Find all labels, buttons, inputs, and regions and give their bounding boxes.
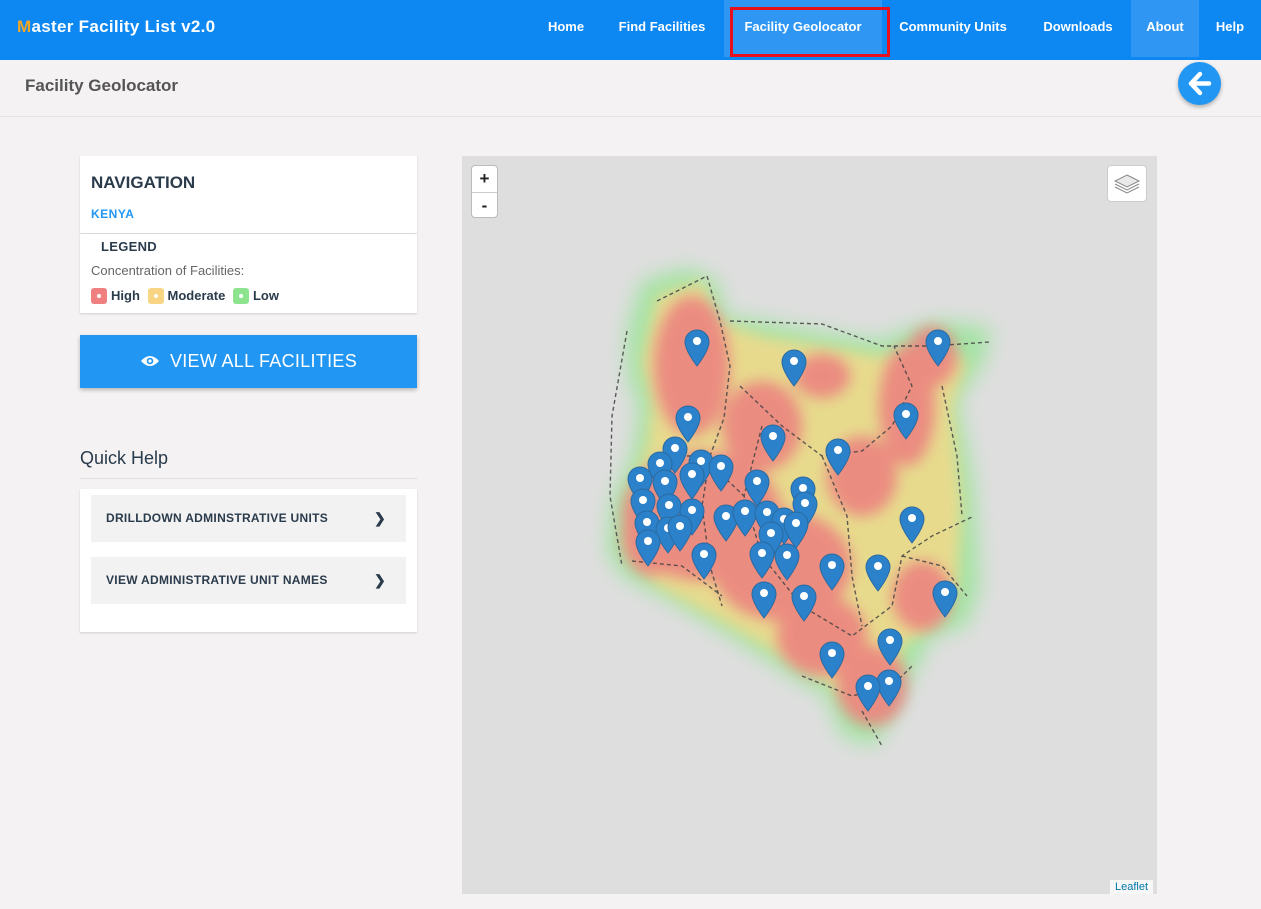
map-marker-icon[interactable] <box>781 349 807 387</box>
map-marker-icon[interactable] <box>635 529 661 567</box>
legend-label-high: High <box>111 288 140 304</box>
layers-icon <box>1113 174 1141 194</box>
legend-swatch-moderate <box>147 287 164 304</box>
map-marker-icon[interactable] <box>819 641 845 679</box>
breadcrumb-kenya[interactable]: KENYA <box>91 207 134 221</box>
legend-swatch-high <box>91 287 107 304</box>
zoom-out-button[interactable]: - <box>472 193 497 219</box>
legend-item-moderate: Moderate <box>147 287 226 304</box>
help-item-label: VIEW ADMINISTRATIVE UNIT NAMES <box>106 573 328 587</box>
view-all-facilities-button[interactable]: VIEW ALL FACILITIES <box>80 335 417 388</box>
app-brand[interactable]: Master Facility List v2.0 <box>17 17 215 37</box>
back-button[interactable] <box>1178 62 1221 105</box>
nav-help[interactable]: Help <box>1204 0 1256 57</box>
nav-about[interactable]: About <box>1131 0 1199 57</box>
map-marker-icon[interactable] <box>855 674 881 712</box>
brand-initial: M <box>17 17 32 36</box>
map-marker-icon[interactable] <box>751 581 777 619</box>
map-marker-icon[interactable] <box>893 402 919 440</box>
legend-title: LEGEND <box>101 239 157 254</box>
chevron-right-icon: ❯ <box>373 510 386 526</box>
map-marker-icon[interactable] <box>825 438 851 476</box>
legend-item-low: Low <box>232 287 279 304</box>
map-marker-icon[interactable] <box>819 553 845 591</box>
view-all-label: VIEW ALL FACILITIES <box>169 351 358 371</box>
map-marker-icon[interactable] <box>691 542 717 580</box>
nav-community-units[interactable]: Community Units <box>884 0 1022 57</box>
page-header <box>0 60 1261 117</box>
map-marker-icon[interactable] <box>684 329 710 367</box>
legend-label-moderate: Moderate <box>167 288 226 304</box>
zoom-in-button[interactable]: + <box>472 166 497 193</box>
page-title: Facility Geolocator <box>25 76 179 95</box>
map-marker-icon[interactable] <box>667 514 693 552</box>
map-marker-icon[interactable] <box>774 543 800 581</box>
map-marker-icon[interactable] <box>749 541 775 579</box>
active-tab-highlight <box>730 7 890 57</box>
zoom-control: + - <box>471 165 498 218</box>
legend-subtitle: Concentration of Facilities: <box>91 263 245 278</box>
quick-help-divider <box>80 478 417 479</box>
nav-home[interactable]: Home <box>534 0 598 57</box>
map-marker-icon[interactable] <box>932 580 958 618</box>
nav-downloads[interactable]: Downloads <box>1028 0 1128 57</box>
map-marker-icon[interactable] <box>760 424 786 462</box>
arrow-left-icon <box>1188 71 1212 96</box>
quick-help-title: Quick Help <box>80 448 169 468</box>
layers-control[interactable] <box>1107 165 1147 202</box>
navigation-panel <box>80 156 417 233</box>
legend-label-low: Low <box>252 288 279 304</box>
map-marker-icon[interactable] <box>877 628 903 666</box>
chevron-right-icon: ❯ <box>373 572 386 588</box>
legend-item-high: High <box>91 287 140 304</box>
map-marker-icon[interactable] <box>791 584 817 622</box>
map-marker-icon[interactable] <box>865 554 891 592</box>
map-marker-icon[interactable] <box>708 454 734 492</box>
map-marker-icon[interactable] <box>925 329 951 367</box>
map-marker-icon[interactable] <box>679 462 705 500</box>
nav-find-facilities[interactable]: Find Facilities <box>603 0 721 57</box>
help-item-label: DRILLDOWN ADMINSTRATIVE UNITS <box>106 511 329 525</box>
eye-icon <box>140 356 159 366</box>
map-attribution[interactable]: Leaflet <box>1110 880 1154 894</box>
brand-name: aster Facility List v2.0 <box>31 17 216 36</box>
legend-swatch-low <box>232 287 249 304</box>
help-item-unit-names[interactable]: VIEW ADMINISTRATIVE UNIT NAMES ❯ <box>91 557 406 604</box>
legend-items: High Moderate Low <box>91 287 283 304</box>
map-marker-icon[interactable] <box>899 506 925 544</box>
help-item-drilldown[interactable]: DRILLDOWN ADMINSTRATIVE UNITS ❯ <box>91 495 406 542</box>
facility-map[interactable] <box>462 156 1157 894</box>
navigation-heading: NAVIGATION <box>91 173 196 192</box>
